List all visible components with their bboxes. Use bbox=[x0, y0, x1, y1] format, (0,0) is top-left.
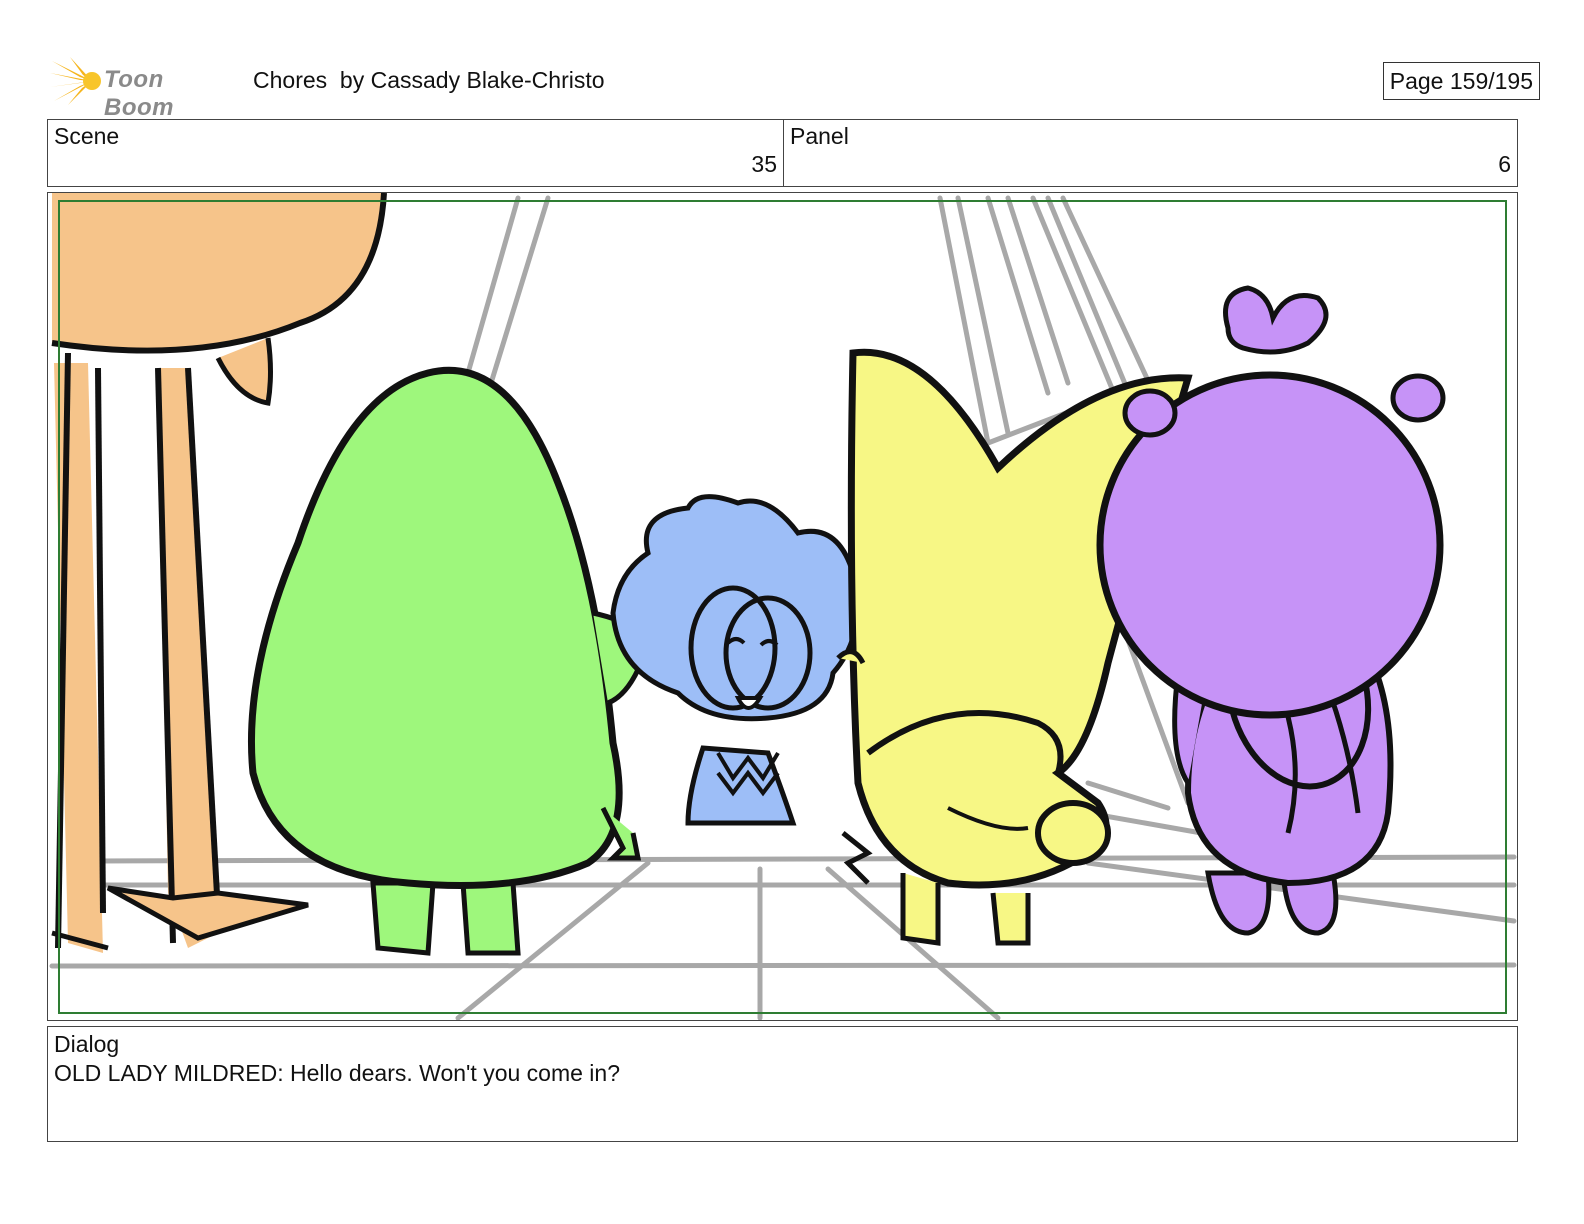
panel-cell: Panel 6 bbox=[784, 120, 1517, 186]
panel-number: 6 bbox=[1498, 151, 1511, 177]
scene-label: Scene bbox=[54, 123, 120, 149]
storyboard-panel-image bbox=[47, 192, 1518, 1021]
page-number: Page 159/195 bbox=[1382, 62, 1540, 100]
green-character bbox=[248, 366, 651, 956]
blue-character bbox=[610, 494, 860, 826]
scene-number: 35 bbox=[751, 151, 777, 177]
document-title: Chores by Cassady Blake-Christo bbox=[253, 67, 605, 93]
scene-cell: Scene 35 bbox=[48, 120, 784, 186]
panel-label: Panel bbox=[790, 123, 849, 149]
sunburst-icon bbox=[50, 57, 101, 105]
toon-boom-logo: Toon Boom bbox=[50, 55, 240, 121]
dialog-text: OLD LADY MILDRED: Hello dears. Won't you… bbox=[54, 1060, 620, 1086]
dialog-box: Dialog OLD LADY MILDRED: Hello dears. Wo… bbox=[47, 1026, 1518, 1142]
page-header: Toon Boom Chores by Cassady Blake-Christ… bbox=[50, 55, 1540, 121]
panel-drawing bbox=[49, 193, 1517, 1020]
scene-panel-row: Scene 35 Panel 6 bbox=[47, 119, 1518, 187]
logo-text: Toon Boom bbox=[104, 66, 174, 121]
dialog-label: Dialog bbox=[54, 1031, 120, 1057]
